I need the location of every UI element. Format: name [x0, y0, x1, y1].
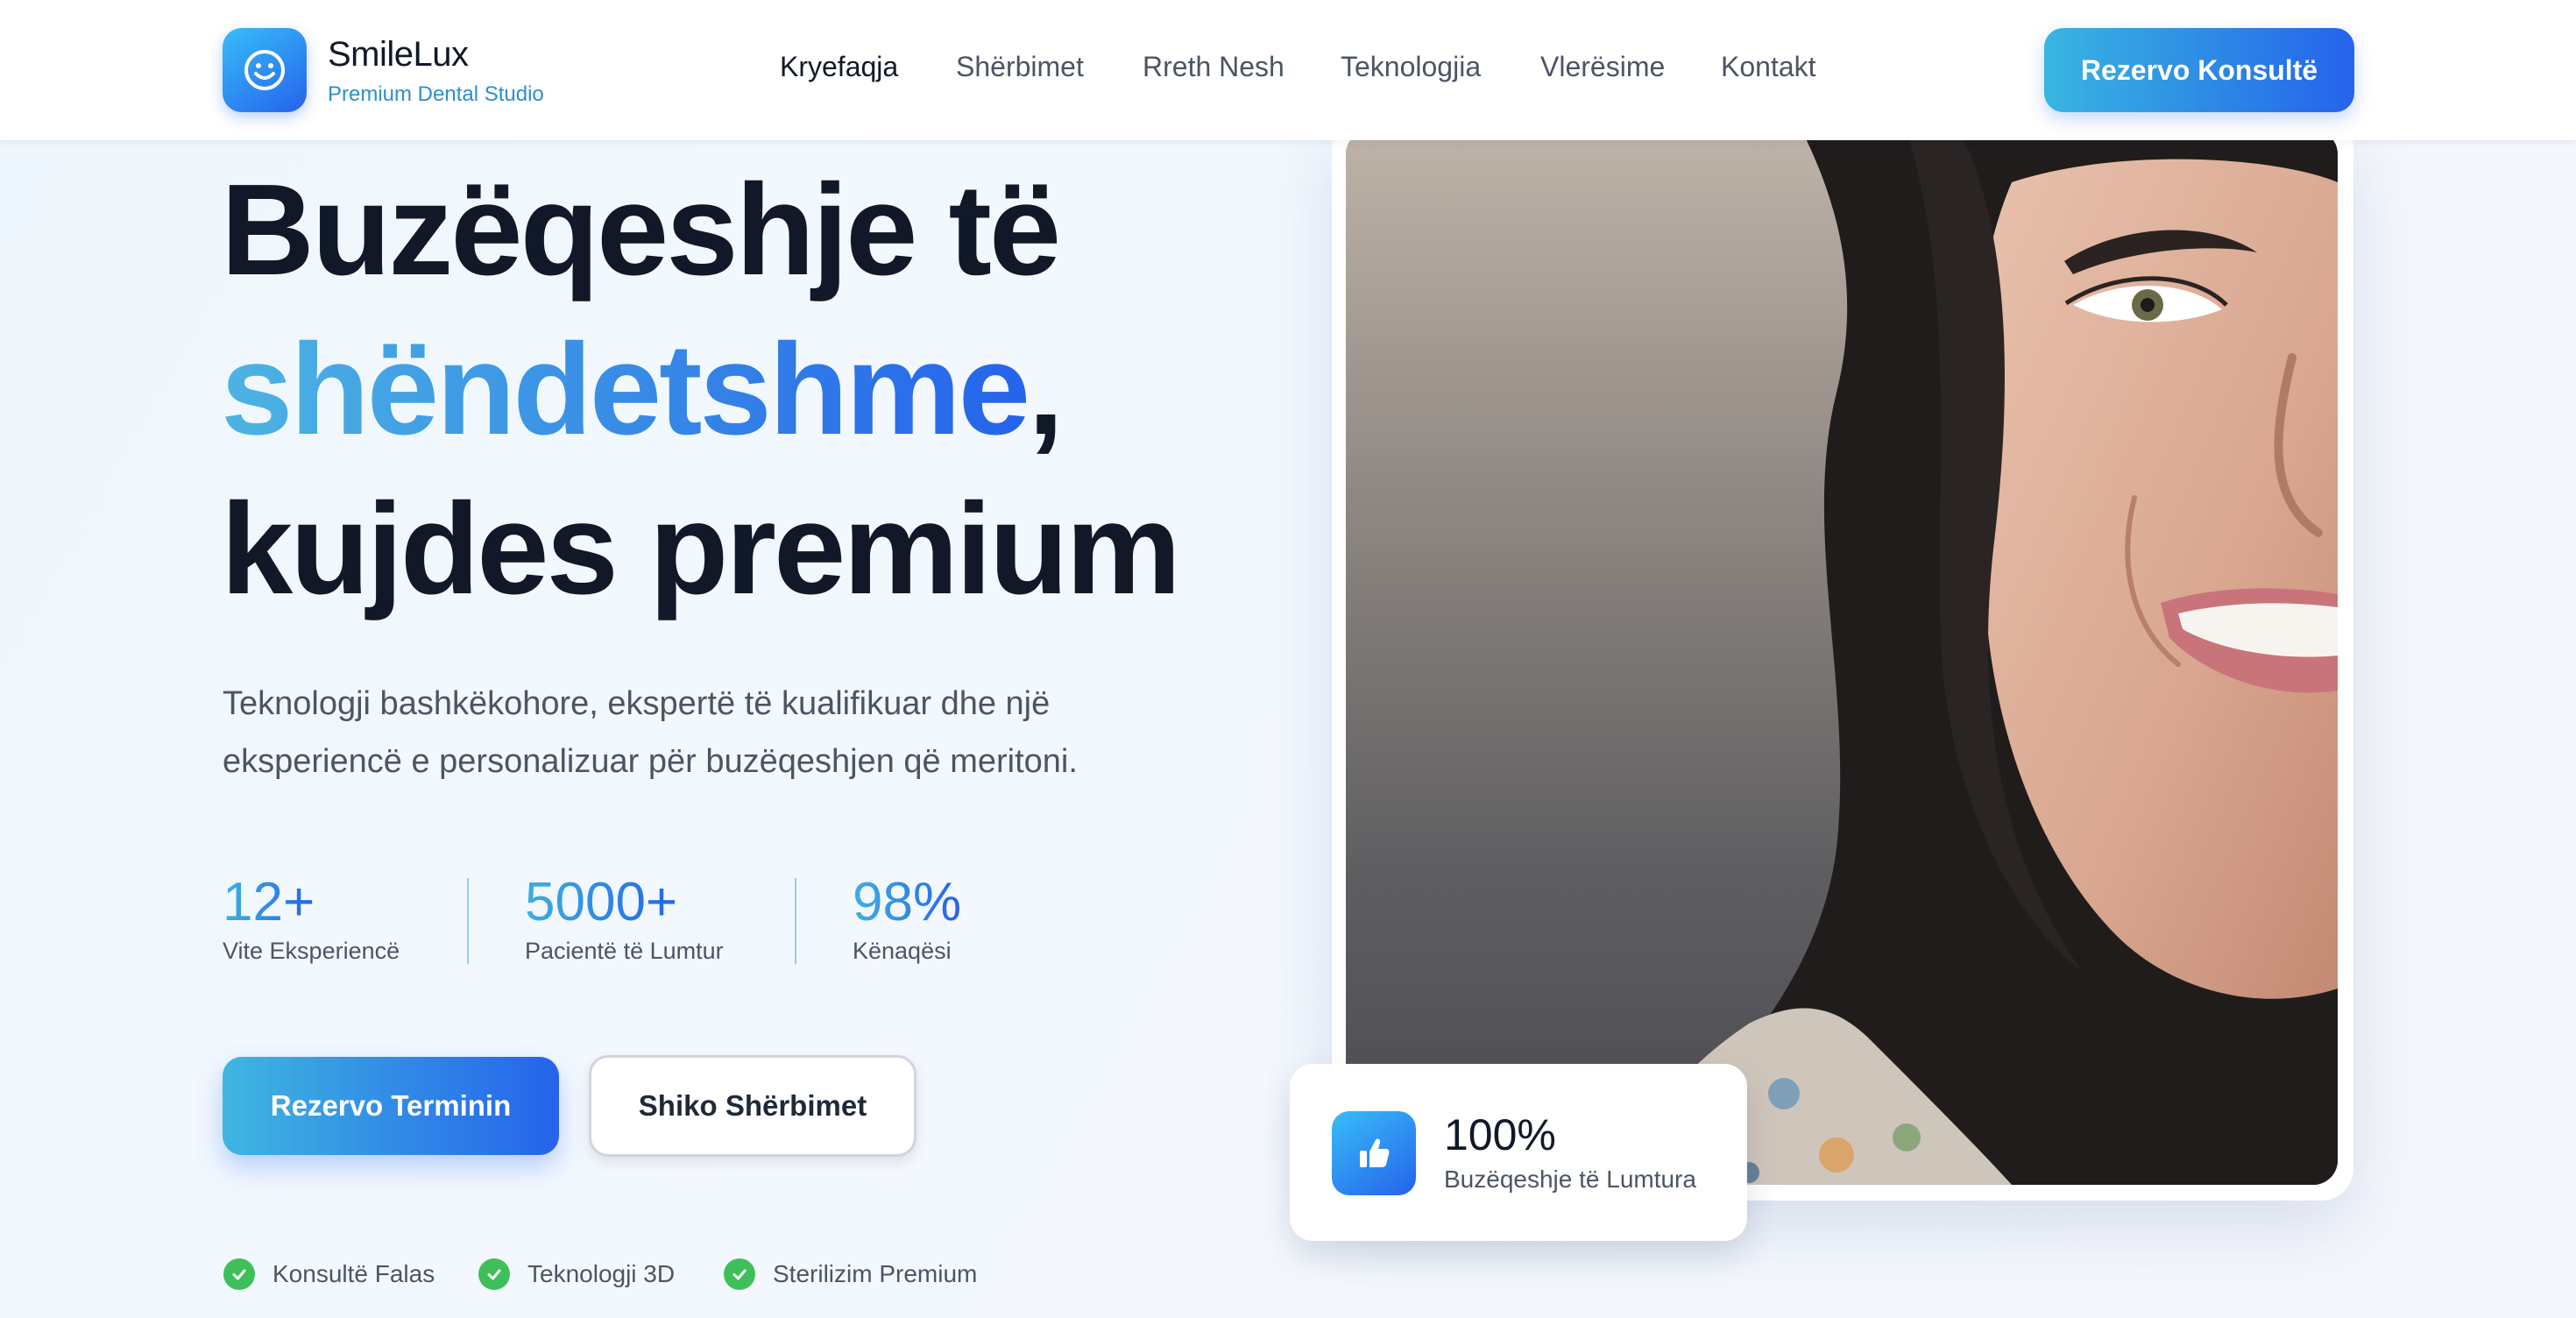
stat-label: Vite Eksperiencë — [223, 938, 400, 964]
hero-title-line3: kujdes premium — [221, 477, 1181, 621]
smiley-face-icon — [244, 50, 285, 90]
view-services-button[interactable]: Shiko Shërbimet — [589, 1055, 916, 1157]
stat-label: Pacientë të Lumtur — [525, 938, 724, 964]
stat-value: 12+ — [223, 872, 315, 932]
stat-divider — [795, 878, 796, 964]
hero-title-line1: Buzëqeshje të — [221, 158, 1061, 302]
hero-title-highlight: shëndetshme — [221, 317, 1030, 462]
check-circle-icon — [478, 1258, 510, 1290]
nav-item-rreth-nesh[interactable]: Rreth Nesh — [1143, 51, 1284, 83]
feature-label: Teknologji 3D — [527, 1260, 676, 1287]
stat-value: 5000+ — [525, 872, 678, 932]
feature-label: Sterilizim Premium — [773, 1260, 978, 1287]
brand-name[interactable]: SmileLux — [328, 35, 469, 74]
thumbs-up-icon — [1332, 1111, 1416, 1195]
hero-title-line2: shëndetshme, — [221, 310, 1178, 470]
smiling-woman-image — [1346, 130, 2338, 1185]
brand-tagline: Premium Dental Studio — [328, 82, 544, 106]
nav-item-kontakt[interactable]: Kontakt — [1721, 51, 1816, 83]
check-circle-icon — [724, 1258, 755, 1290]
badge-value: 100% — [1444, 1110, 1556, 1159]
feature-label: Konsultë Falas — [272, 1260, 435, 1287]
feature-item: Teknologji 3D — [478, 1257, 675, 1292]
stat-patients: 5000+ Pacientë të Lumtur — [525, 871, 724, 965]
stat-value: 98% — [853, 872, 962, 932]
feature-item: Konsultë Falas — [223, 1257, 435, 1292]
badge-label: Buzëqeshje të Lumtura — [1444, 1166, 1696, 1193]
feature-item: Sterilizim Premium — [724, 1257, 977, 1292]
check-circle-icon — [223, 1258, 255, 1290]
stat-satisfaction: 98% Kënaqësi — [853, 871, 961, 965]
hero-title: Buzëqeshje të shëndetshme, kujdes premiu… — [221, 151, 1181, 629]
nav-item-sherbimet[interactable]: Shërbimet — [956, 51, 1084, 83]
stat-label: Kënaqësi — [853, 938, 952, 964]
site-header: SmileLux Premium Dental Studio Kryefaqja… — [0, 0, 2576, 140]
nav-item-vleresime[interactable]: Vlerësime — [1540, 51, 1665, 83]
nav-item-kryefaqja[interactable]: Kryefaqja — [780, 51, 898, 83]
happy-smiles-badge: 100% Buzëqeshje të Lumtura — [1290, 1064, 1747, 1241]
logo[interactable] — [223, 28, 307, 112]
hero-title-comma: , — [1028, 317, 1064, 462]
nav-item-teknologjia[interactable]: Teknologjia — [1341, 51, 1481, 83]
book-appointment-button[interactable]: Rezervo Terminin — [223, 1057, 559, 1155]
stat-divider — [467, 878, 469, 964]
book-consultation-button[interactable]: Rezervo Konsultë — [2044, 28, 2354, 112]
hero-photo — [1346, 130, 2338, 1185]
stat-experience: 12+ Vite Eksperiencë — [223, 871, 400, 965]
hero-description: Teknologji bashkëkohore, ekspertë të kua… — [223, 685, 1078, 780]
